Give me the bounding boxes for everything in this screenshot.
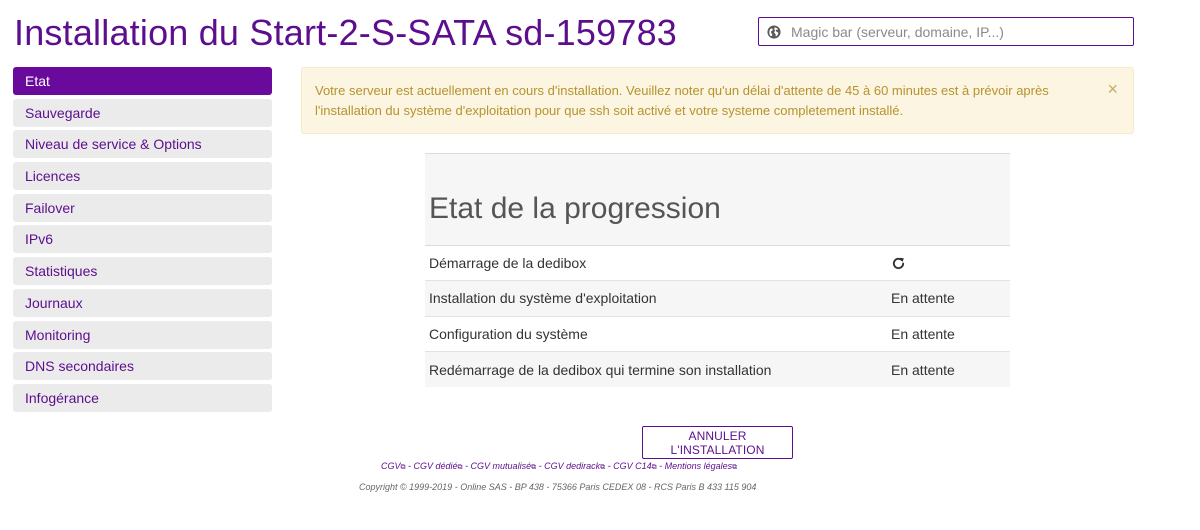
sidebar-item-dns-secondaires[interactable]: DNS secondaires <box>13 352 272 381</box>
sidebar-item-monitoring[interactable]: Monitoring <box>13 320 272 349</box>
footer-link-cgv-mutualise[interactable]: CGV mutualisé⧉ <box>471 461 537 471</box>
footer-link-cgv-dedie[interactable]: CGV dédié⧉ <box>414 461 463 471</box>
footer-link-label: CGV mutualisé <box>470 461 532 471</box>
progress-step-status: En attente <box>891 290 955 307</box>
sidebar-item-label: Journaux <box>25 294 83 311</box>
footer-link-label: CGV <box>381 461 401 471</box>
magic-bar[interactable] <box>758 17 1134 46</box>
progress-row: Configuration du système En attente <box>425 317 1010 352</box>
external-link-icon: ⧉ <box>732 464 738 471</box>
footer-link-label: CGV dédié <box>413 461 458 471</box>
installation-alert: Votre serveur est actuellement en cours … <box>301 67 1134 134</box>
footer-link-label: CGV dedirack <box>544 461 601 471</box>
sidebar-item-label: Statistiques <box>25 263 98 280</box>
cancel-installation-button[interactable]: ANNULER L'INSTALLATION <box>642 426 793 459</box>
sidebar-item-etat[interactable]: Etat <box>13 67 272 95</box>
footer-separator: - <box>536 461 545 471</box>
footer-separator: - <box>405 461 414 471</box>
sidebar-item-label: Niveau de service & Options <box>25 136 202 153</box>
footer-separator: - <box>656 461 665 471</box>
progress-step-label: Démarrage de la dedibox <box>429 255 587 272</box>
progress-step-status <box>891 256 1010 271</box>
sidebar-item-sauvegarde[interactable]: Sauvegarde <box>13 98 272 127</box>
sidebar-item-ipv6[interactable]: IPv6 <box>13 225 272 254</box>
footer-link-cgv-dedirack[interactable]: CGV dedirack⧉ <box>544 461 605 471</box>
sidebar: Etat Sauvegarde Niveau de service & Opti… <box>13 67 272 416</box>
progress-title: Etat de la progression <box>429 192 721 225</box>
footer-link-cgv-c14[interactable]: CGV C14⧉ <box>613 461 657 471</box>
copyright: Copyright © 1999-2019 - Online SAS - BP … <box>359 482 757 492</box>
progress-step-status: En attente <box>891 361 955 378</box>
sidebar-item-label: Infogérance <box>25 389 99 406</box>
sidebar-item-label: Failover <box>25 199 75 216</box>
sidebar-item-statistiques[interactable]: Statistiques <box>13 257 272 286</box>
progress-header: Etat de la progression <box>425 153 1010 246</box>
progress-step-label: Configuration du système <box>429 325 588 342</box>
footer-separator: - <box>605 461 614 471</box>
progress-row: Installation du système d'exploitation E… <box>425 281 1010 317</box>
refresh-icon <box>892 257 905 269</box>
sidebar-item-licences[interactable]: Licences <box>13 162 272 191</box>
sidebar-item-label: IPv6 <box>25 231 54 248</box>
sidebar-item-label: Sauvegarde <box>25 104 101 121</box>
footer-link-label: Mentions légales <box>664 461 733 471</box>
alert-text: Votre serveur est actuellement en cours … <box>315 83 1049 118</box>
close-icon[interactable]: × <box>1107 80 1118 98</box>
sidebar-item-infogerance[interactable]: Infogérance <box>13 383 272 412</box>
footer-link-cgv[interactable]: CGV⧉ <box>381 461 406 471</box>
footer-links: CGV⧉ - CGV dédié⧉ - CGV mutualisé⧉ - CGV… <box>381 461 737 472</box>
progress-step-label: Installation du système d'exploitation <box>429 290 657 307</box>
footer-link-mentions-legales[interactable]: Mentions légales⧉ <box>665 461 738 471</box>
sidebar-item-label: Etat <box>25 73 50 89</box>
progress-step-status: En attente <box>891 325 955 342</box>
sidebar-item-failover[interactable]: Failover <box>13 193 272 222</box>
sidebar-item-niveau-de-service[interactable]: Niveau de service & Options <box>13 130 272 159</box>
sidebar-item-label: DNS secondaires <box>25 358 134 375</box>
footer-separator: - <box>462 461 471 471</box>
sidebar-item-label: Monitoring <box>25 326 91 343</box>
page-title: Installation du Start-2-S-SATA sd-159783 <box>14 12 678 53</box>
sidebar-item-label: Licences <box>25 168 81 185</box>
progress-row: Redémarrage de la dedibox qui termine so… <box>425 351 1010 388</box>
progress-panel: Etat de la progression Démarrage de la d… <box>425 153 1010 388</box>
progress-step-label: Redémarrage de la dedibox qui termine so… <box>429 361 772 378</box>
globe-icon <box>767 24 781 39</box>
footer-link-label: CGV C14 <box>613 461 652 471</box>
progress-row: Démarrage de la dedibox <box>425 246 1010 282</box>
sidebar-item-journaux[interactable]: Journaux <box>13 288 272 317</box>
magic-bar-input[interactable] <box>791 18 1133 45</box>
